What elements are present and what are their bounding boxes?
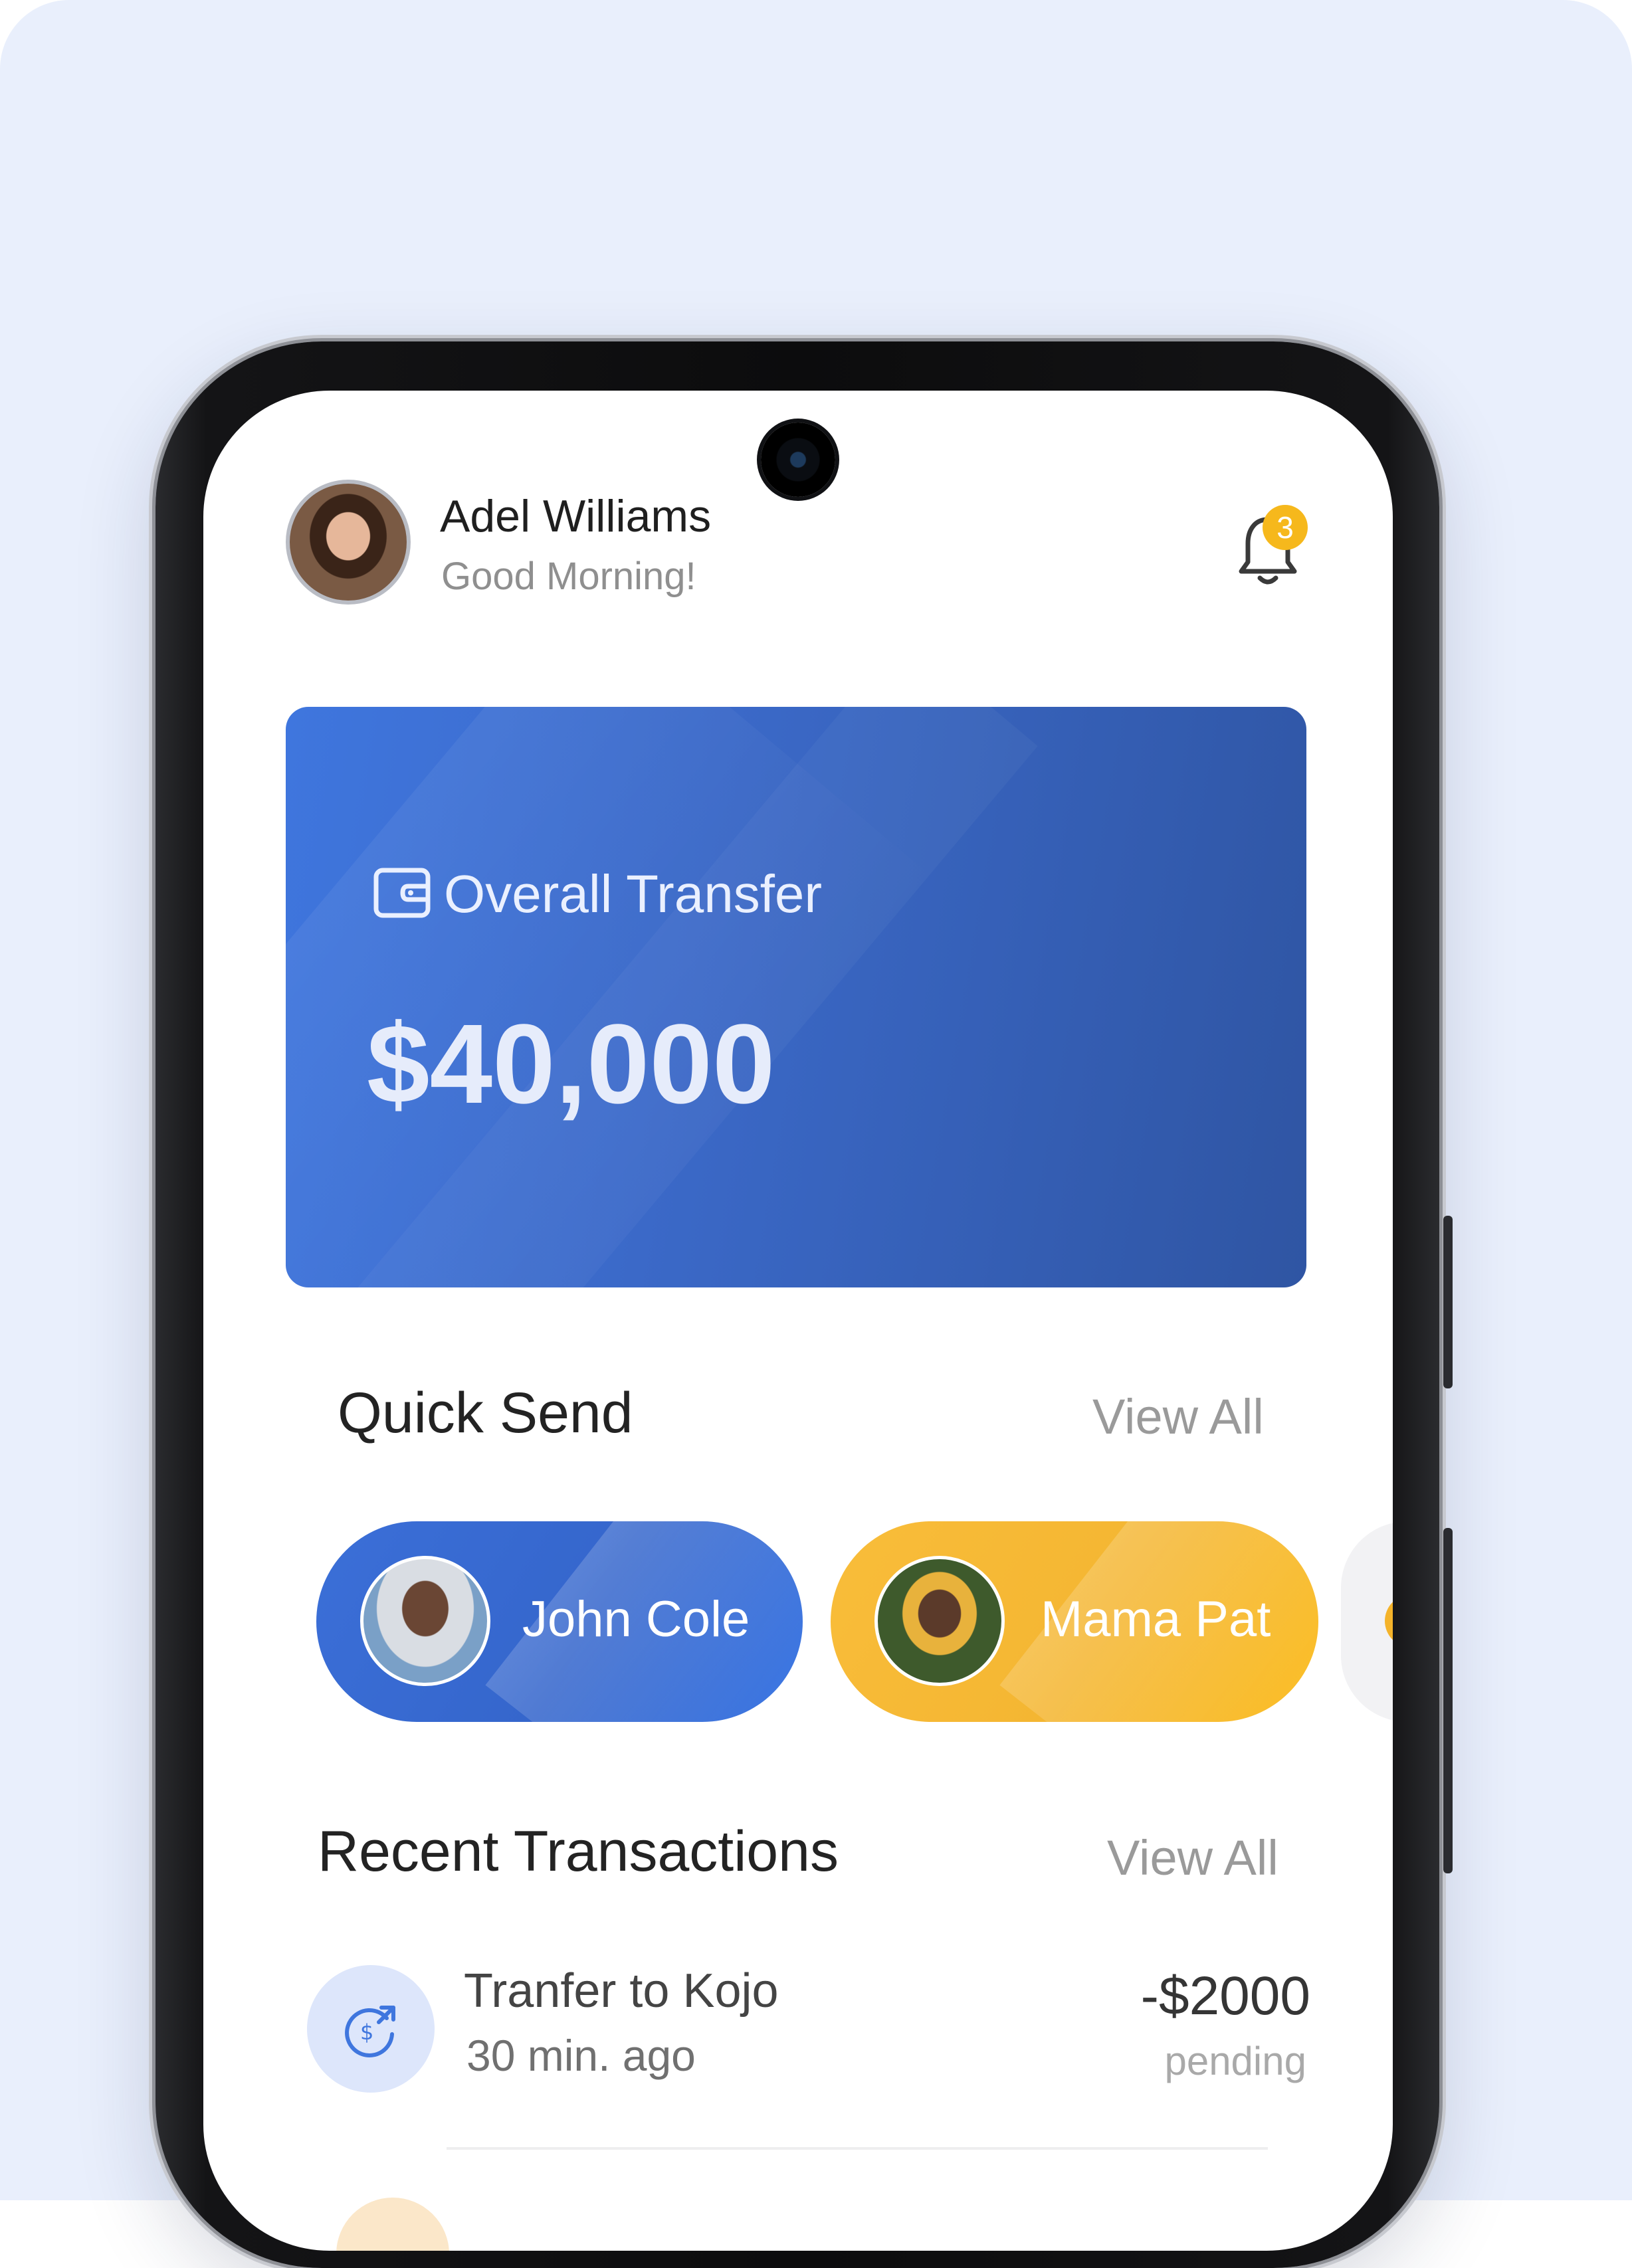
recent-transactions-title: Recent Transactions <box>318 1820 839 1883</box>
contact-name: John Cole <box>522 1591 750 1648</box>
contact-name: Mama Pat <box>1041 1591 1271 1648</box>
phone-screen: Adel Williams Good Morning! 3 Overall Tr… <box>203 391 1393 2251</box>
quick-send-contact-mama-pat[interactable]: Mama Pat <box>831 1521 1318 1722</box>
phone-side-button-lower <box>1443 1528 1453 1873</box>
greeting-text: Good Morning! <box>441 555 696 598</box>
transaction-status: pending <box>1164 2039 1306 2083</box>
avatar[interactable] <box>286 480 411 605</box>
user-name: Adel Williams <box>440 491 712 541</box>
divider <box>447 2147 1268 2150</box>
transfer-dollar-icon: $ <box>345 2006 395 2057</box>
transaction-time: 30 min. ago <box>466 2031 696 2080</box>
avatar <box>874 1556 1005 1686</box>
front-camera <box>761 423 835 497</box>
transaction-title: Tranfer to Kojo <box>464 1964 779 2018</box>
avatar <box>1385 1594 1393 1648</box>
card-label: Overall Transfer <box>444 864 823 923</box>
avatar <box>360 1556 490 1686</box>
svg-text:$: $ <box>360 2020 373 2045</box>
notification-badge: 3 <box>1263 505 1308 550</box>
wallet-icon <box>373 868 431 918</box>
card-amount: $40,000 <box>367 1001 775 1127</box>
quick-send-contact-peek[interactable] <box>1341 1521 1393 1722</box>
transaction-row[interactable]: $ Tranfer to Kojo 30 min. ago -$2000 pen… <box>307 1957 1310 2117</box>
recent-transactions-view-all-link[interactable]: View All <box>1107 1830 1278 1886</box>
transaction-amount: -$2000 <box>1140 1966 1310 2026</box>
quick-send-view-all-link[interactable]: View All <box>1092 1388 1264 1445</box>
quick-send-contact-john-cole[interactable]: John Cole <box>316 1521 803 1722</box>
next-transaction-icon-peek <box>336 2198 449 2251</box>
balance-card[interactable]: Overall Transfer $40,000 <box>286 707 1306 1287</box>
transaction-icon-circle: $ <box>307 1965 435 2093</box>
phone-side-button-upper <box>1443 1216 1453 1388</box>
quick-send-title: Quick Send <box>338 1381 633 1445</box>
